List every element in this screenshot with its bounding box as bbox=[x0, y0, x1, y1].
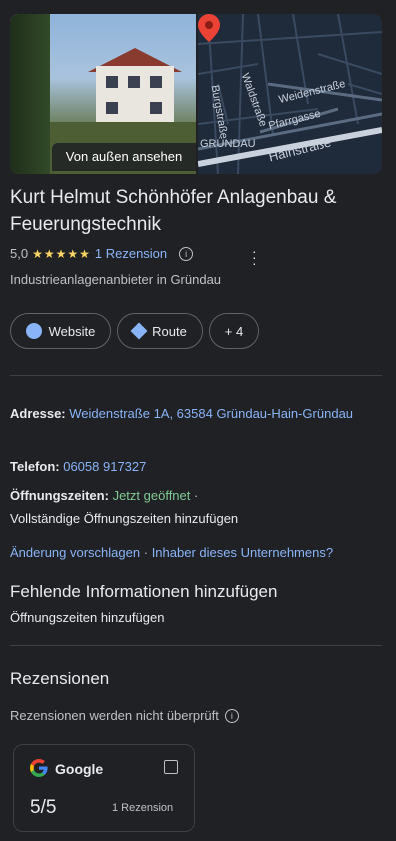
business-name: Kurt Helmut Schönhöfer Anlagenbau & Feue… bbox=[10, 187, 337, 235]
rating-value: 5,0 bbox=[10, 246, 29, 261]
phone-value[interactable]: 06058 917327 bbox=[63, 459, 146, 474]
hero-images: Von außen ansehen Burgstraße Waldstraße … bbox=[10, 14, 382, 174]
website-label: Website bbox=[48, 323, 96, 339]
hours-row: Öffnungszeiten: Jetzt geöffnet · bbox=[10, 485, 198, 507]
more-options-icon[interactable]: · · · bbox=[252, 244, 257, 270]
phone-row: Telefon: 06058 917327 bbox=[10, 456, 146, 478]
rating-row: 5,0 ★★★★★ 1 Rezension i bbox=[10, 246, 194, 261]
google-icon bbox=[30, 759, 48, 777]
hours-separator: · bbox=[194, 488, 199, 503]
reviews-note: Rezensionen werden nicht überprüft bbox=[10, 708, 219, 723]
photo-window bbox=[128, 76, 140, 88]
star-rating-icon: ★★★★★ bbox=[32, 246, 91, 261]
address-row: Adresse: Weidenstraße 1A, 63584 Gründau-… bbox=[10, 403, 370, 425]
map-town-label: GRÜNDAU bbox=[200, 138, 256, 150]
hours-status[interactable]: Jetzt geöffnet bbox=[113, 488, 191, 503]
info-icon[interactable]: i bbox=[179, 246, 194, 261]
route-button[interactable]: Route bbox=[117, 313, 203, 349]
phone-label: Telefon: bbox=[10, 459, 60, 474]
google-review-card[interactable]: Google 5/5 1 Rezension bbox=[13, 744, 195, 832]
review-count: 1 Rezension bbox=[112, 802, 174, 814]
more-actions-button[interactable]: + 4 bbox=[209, 313, 259, 349]
address-label: Adresse: bbox=[10, 406, 66, 421]
missing-info-heading: Fehlende Informationen hinzufügen bbox=[10, 582, 278, 601]
suggest-edit-link[interactable]: Änderung vorschlagen bbox=[10, 545, 140, 560]
business-category: Industrieanlagenanbieter in Gründau bbox=[10, 272, 222, 287]
hours-label: Öffnungszeiten: bbox=[10, 488, 109, 503]
directions-icon bbox=[130, 322, 148, 340]
location-pin-icon bbox=[198, 14, 220, 42]
claim-business-link[interactable]: Inhaber dieses Unternehmens? bbox=[152, 545, 333, 560]
photo-tree bbox=[10, 14, 50, 174]
info-icon[interactable]: i bbox=[224, 709, 239, 723]
reviews-link[interactable]: 1 Rezension bbox=[95, 246, 167, 261]
divider bbox=[10, 645, 382, 646]
photo-window bbox=[106, 102, 118, 114]
external-link-icon[interactable] bbox=[164, 760, 178, 774]
map-thumbnail[interactable]: Burgstraße Waldstraße Weidenstraße Pfarr… bbox=[198, 14, 382, 174]
reviews-note-row: Rezensionen werden nicht überprüft i bbox=[10, 705, 239, 727]
globe-icon bbox=[25, 323, 42, 339]
review-source: Google bbox=[55, 761, 104, 777]
more-actions-label: + 4 bbox=[224, 323, 244, 339]
photo-window bbox=[106, 76, 118, 88]
website-button[interactable]: Website bbox=[10, 313, 111, 349]
review-score: 5/5 bbox=[30, 797, 57, 818]
street-view-photo[interactable]: Von außen ansehen bbox=[10, 14, 196, 174]
divider bbox=[10, 375, 382, 376]
link-separator: · bbox=[143, 545, 149, 560]
add-hours-link[interactable]: Vollständige Öffnungszeiten hinzufügen bbox=[10, 508, 238, 530]
street-view-label[interactable]: Von außen ansehen bbox=[52, 143, 196, 171]
suggest-row: Änderung vorschlagen · Inhaber dieses Un… bbox=[10, 542, 333, 564]
address-value[interactable]: Weidenstraße 1A, 63584 Gründau-Hain-Grün… bbox=[69, 406, 353, 421]
reviews-heading: Rezensionen bbox=[10, 669, 110, 688]
route-label: Route bbox=[152, 323, 187, 339]
photo-window bbox=[150, 76, 162, 88]
photo-window bbox=[150, 102, 162, 114]
add-opening-hours-link[interactable]: Öffnungszeiten hinzufügen bbox=[10, 607, 164, 629]
